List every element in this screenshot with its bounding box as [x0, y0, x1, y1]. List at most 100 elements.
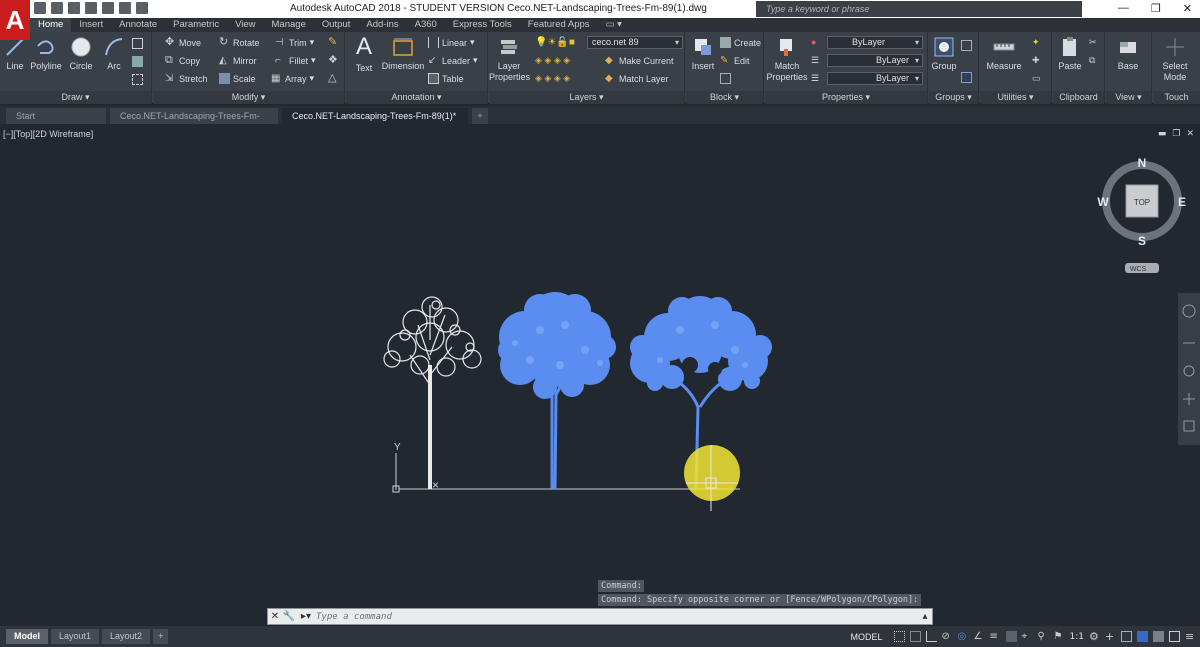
selection-cycling-icon[interactable]: ⌖: [1022, 631, 1033, 642]
region-tool[interactable]: [132, 74, 143, 85]
modify-panel-label[interactable]: Modify ▾: [153, 91, 344, 104]
layer-tools-row3[interactable]: ◈ ◈ ◈ ◈: [535, 73, 570, 84]
layer-dropdown[interactable]: ceco.net 89: [587, 36, 683, 49]
tab-a360[interactable]: A360: [407, 18, 445, 32]
make-current-tool[interactable]: ◆ Make Current: [605, 55, 674, 66]
grid-icon[interactable]: [893, 631, 905, 642]
table-tool[interactable]: Table: [428, 73, 464, 84]
isolate-objects-icon[interactable]: [1153, 631, 1164, 642]
rectangle-tool[interactable]: [132, 38, 143, 49]
circle-tool[interactable]: Circle: [66, 36, 96, 72]
trim-tool[interactable]: ⊣ Trim ▾: [275, 37, 314, 48]
dimension-tool[interactable]: Dimension: [380, 36, 426, 72]
draw-panel-label[interactable]: Draw ▾: [0, 91, 151, 104]
drawing-viewport[interactable]: [−][Top][2D Wireframe] ▬ ❐ ✕ TOP N S E W…: [0, 125, 1200, 625]
annotation-scale-icon[interactable]: ⚑: [1054, 631, 1065, 642]
tab-featured-apps[interactable]: Featured Apps: [520, 18, 598, 32]
tab-parametric[interactable]: Parametric: [165, 18, 227, 32]
annotation-scale-value[interactable]: 1:1: [1070, 632, 1084, 642]
offset-tool[interactable]: △: [328, 73, 339, 84]
open-icon[interactable]: [51, 2, 63, 14]
new-tab-button[interactable]: +: [472, 108, 488, 124]
minimize-icon[interactable]: —: [1118, 2, 1129, 15]
leader-tool[interactable]: ↙ Leader ▾: [428, 55, 478, 66]
application-menu-button[interactable]: A: [0, 0, 30, 40]
clean-screen-icon[interactable]: [1169, 631, 1180, 642]
fillet-tool[interactable]: ⌐ Fillet ▾: [275, 55, 316, 66]
explode-tool[interactable]: ❖: [328, 55, 339, 66]
new-layout-button[interactable]: +: [153, 629, 169, 644]
arc-tool[interactable]: Arc: [100, 36, 128, 72]
tree-white[interactable]: [383, 296, 482, 489]
command-customize-icon[interactable]: 🔧: [282, 611, 296, 622]
tab-annotate[interactable]: Annotate: [111, 18, 165, 32]
polyline-tool[interactable]: Polyline: [28, 36, 64, 72]
linetype-dropdown[interactable]: ByLayer: [827, 54, 923, 67]
layer-properties-tool[interactable]: Layer Properties: [489, 36, 530, 83]
layout-tab-model[interactable]: Model: [6, 629, 48, 644]
lineweight-toggle-icon[interactable]: ≡: [990, 631, 1001, 642]
group-edit-tool[interactable]: [961, 72, 972, 83]
layer-state-icons[interactable]: 💡☀🔓■: [535, 37, 575, 48]
insert-tool[interactable]: Insert: [688, 36, 718, 72]
close-icon[interactable]: ✕: [1183, 2, 1192, 15]
stretch-tool[interactable]: ⇲ Stretch: [165, 73, 208, 84]
command-recent-icon[interactable]: ▸▾: [296, 611, 316, 622]
save-as-icon[interactable]: [85, 2, 97, 14]
scale-tool[interactable]: Scale: [219, 73, 256, 84]
new-icon[interactable]: [34, 2, 46, 14]
osnap-icon[interactable]: ◎: [958, 631, 969, 642]
id-point-tool[interactable]: ✚: [1032, 55, 1040, 66]
paste-tool[interactable]: Paste: [1055, 36, 1085, 72]
block-panel-label[interactable]: Block ▾: [686, 91, 763, 104]
viewcube-south[interactable]: S: [1138, 234, 1146, 248]
layers-panel-label[interactable]: Layers ▾: [489, 91, 684, 104]
ortho-icon[interactable]: [925, 631, 937, 642]
maximize-icon[interactable]: ❐: [1151, 2, 1161, 15]
otrack-icon[interactable]: ∠: [974, 631, 985, 642]
layer-tools-row2[interactable]: ◈ ◈ ◈ ◈: [535, 55, 570, 66]
annotation-visibility-icon[interactable]: ⚲: [1038, 631, 1049, 642]
mirror-tool[interactable]: ◭ Mirror: [219, 55, 257, 66]
quick-select-tool[interactable]: ✦: [1032, 37, 1040, 48]
tab-express-tools[interactable]: Express Tools: [445, 18, 520, 32]
file-tab-start[interactable]: Start: [6, 108, 106, 124]
undo-icon[interactable]: [119, 2, 131, 14]
search-input[interactable]: Type a keyword or phrase: [756, 1, 1082, 17]
quick-properties-icon[interactable]: [1137, 631, 1148, 642]
tab-home[interactable]: Home: [30, 18, 72, 32]
layout-tab-layout1[interactable]: Layout1: [51, 629, 100, 644]
file-tab-trees-89[interactable]: Ceco.NET-Landscaping-Trees-Fm-89(1)* ✕: [282, 108, 468, 137]
viewcube-east[interactable]: E: [1178, 195, 1186, 209]
color-dropdown[interactable]: ByLayer: [827, 36, 923, 49]
tab-output[interactable]: Output: [314, 18, 359, 32]
lineweight-dropdown[interactable]: ByLayer: [827, 72, 923, 85]
copy-clip-tool[interactable]: ⧉: [1089, 55, 1095, 66]
workspace-gear-icon[interactable]: ⚙: [1089, 631, 1100, 642]
polar-icon[interactable]: ⊘: [942, 631, 953, 642]
units-icon[interactable]: [1121, 631, 1132, 642]
base-tool[interactable]: Base: [1112, 36, 1144, 72]
linear-tool[interactable]: Linear ▾: [428, 37, 475, 48]
text-tool[interactable]: A Text: [350, 34, 378, 74]
snap-icon[interactable]: [909, 631, 921, 642]
ungroup-tool[interactable]: [961, 40, 972, 51]
group-tool[interactable]: Group: [929, 36, 959, 72]
measure-tool[interactable]: Measure: [984, 36, 1024, 72]
redo-icon[interactable]: [136, 2, 148, 14]
select-mode-tool[interactable]: Select Mode: [1155, 36, 1195, 83]
block-attribute-tool[interactable]: [720, 73, 731, 84]
cut-tool[interactable]: ✂: [1089, 37, 1097, 48]
clipboard-panel-label[interactable]: Clipboard: [1053, 91, 1104, 104]
layout-tab-layout2[interactable]: Layout2: [102, 629, 151, 644]
groups-panel-label[interactable]: Groups ▾: [929, 91, 978, 104]
annotation-panel-label[interactable]: Annotation ▾: [346, 91, 487, 104]
rotate-tool[interactable]: ↻ Rotate: [219, 37, 260, 48]
copy-tool[interactable]: ⧉ Copy: [165, 55, 200, 66]
save-icon[interactable]: [68, 2, 80, 14]
match-properties-tool[interactable]: Match Properties: [765, 36, 809, 83]
tab-add-ins[interactable]: Add-ins: [358, 18, 406, 32]
array-tool[interactable]: ▦ Array ▾: [271, 73, 314, 84]
tab-insert[interactable]: Insert: [71, 18, 111, 32]
hatch-tool[interactable]: [132, 56, 143, 67]
